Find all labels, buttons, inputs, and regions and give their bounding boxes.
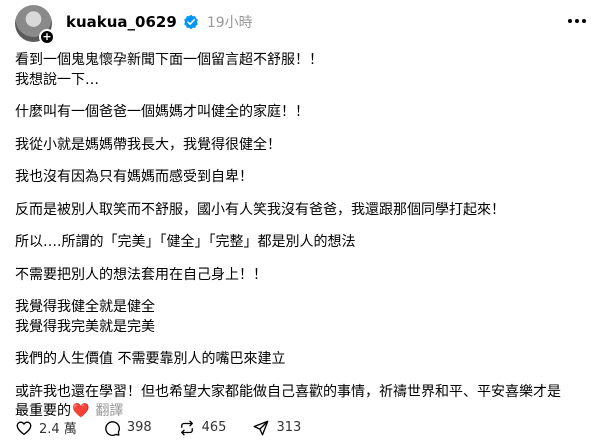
post-line: 不需要把別人的想法套用在自己身上！！ bbox=[15, 266, 267, 283]
follow-plus-icon[interactable]: + bbox=[39, 29, 55, 45]
share-button[interactable]: 313 bbox=[252, 419, 301, 437]
post-line: 或許我也還在學習！但也希望大家都能做自己喜歡的事情，祈禱世界和平、平安喜樂才是 bbox=[15, 383, 561, 400]
post-line: 我覺得我完美就是完美 bbox=[15, 318, 155, 335]
repost-count: 465 bbox=[201, 420, 227, 435]
heart-outline-icon bbox=[16, 420, 32, 435]
translate-link[interactable]: 翻譯 bbox=[95, 403, 123, 419]
comment-count: 398 bbox=[126, 420, 152, 435]
like-count: 2.4 萬 bbox=[39, 422, 77, 437]
avatar[interactable]: + bbox=[15, 5, 55, 45]
post-line: 最重要的 bbox=[15, 403, 71, 419]
post-line: 看到一個鬼鬼懷孕新聞下面一個留言超不舒服！！ bbox=[15, 52, 323, 68]
username[interactable]: kuakua_0629 bbox=[66, 13, 177, 31]
action-bar: 2.4 萬 398 465 313 bbox=[15, 418, 327, 437]
post-header: kuakua_0629 19小時 bbox=[66, 11, 253, 33]
post-line: 我覺得我健全就是健全 bbox=[15, 299, 155, 315]
post-line: 反而是被別人取笑而不舒服，國小有人笑我沒有爸爸，我還跟那個同學打起來！ bbox=[15, 201, 505, 218]
post-line: 我從小就是媽媽帶我長大，我覺得很健全！ bbox=[15, 136, 281, 153]
post-line: 什麼叫有一個爸爸一個媽媽才叫健全的家庭！！ bbox=[15, 104, 309, 120]
heart-emoji-icon: ❤️ bbox=[72, 403, 90, 419]
post-line: 所以….所謂的「完美」「健全」「完整」都是別人的想法 bbox=[15, 234, 356, 250]
comment-button[interactable]: 398 bbox=[103, 419, 152, 437]
threads-post: + kuakua_0629 19小時 看到一個鬼鬼懷孕新聞下面一個留言超不舒服！… bbox=[0, 0, 600, 445]
send-icon bbox=[254, 420, 269, 435]
post-body: 看到一個鬼鬼懷孕新聞下面一個留言超不舒服！！ 我想說一下… 什麼叫有一個爸爸一個… bbox=[15, 51, 595, 422]
post-line: 我想說一下… bbox=[15, 71, 99, 88]
post-time: 19小時 bbox=[206, 15, 253, 31]
like-button[interactable]: 2.4 萬 bbox=[15, 418, 77, 437]
more-options-icon[interactable] bbox=[568, 11, 586, 31]
comment-icon bbox=[105, 420, 120, 436]
post-line: 我也沒有因為只有媽媽而感受到自卑！ bbox=[15, 169, 253, 185]
repost-button[interactable]: 465 bbox=[178, 419, 227, 437]
verified-badge-icon bbox=[183, 14, 199, 30]
repost-icon bbox=[180, 420, 193, 435]
post-line: 我們的人生價值 不需要靠別人的嘴巴來建立 bbox=[15, 351, 286, 367]
share-count: 313 bbox=[276, 420, 302, 435]
